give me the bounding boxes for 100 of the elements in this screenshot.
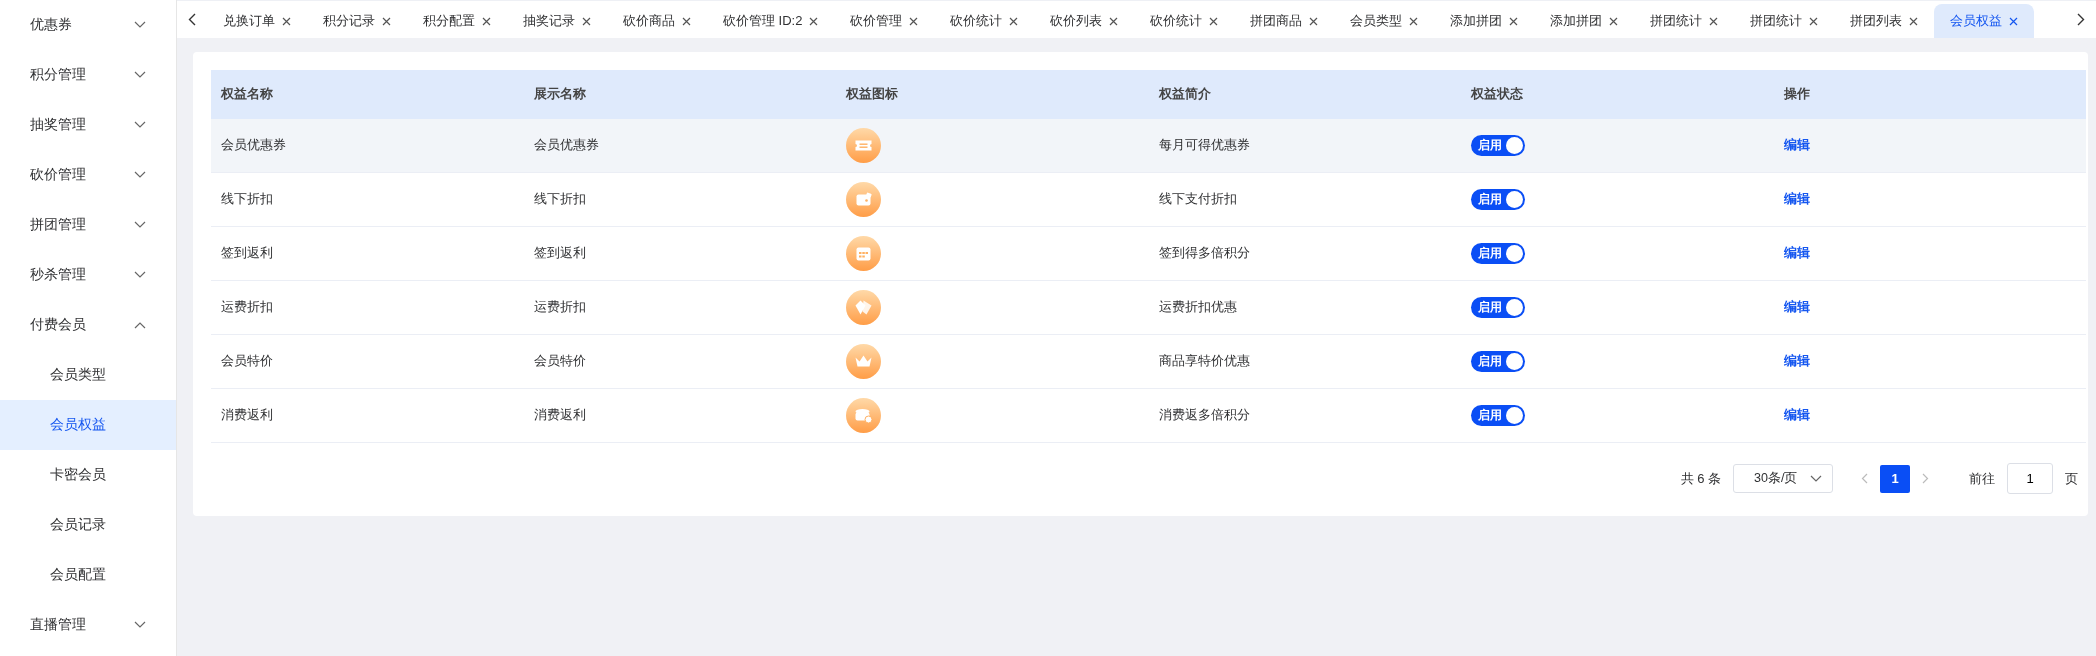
sidebar-item[interactable]: 会员记录: [0, 500, 176, 550]
close-icon[interactable]: [1109, 16, 1119, 26]
close-icon[interactable]: [1509, 16, 1519, 26]
table-cell: 消费返利: [221, 408, 273, 422]
status-toggle[interactable]: 启用: [1471, 243, 1525, 264]
chevron-down-icon: [134, 21, 146, 29]
table-cell: 会员优惠券: [533, 138, 599, 152]
page-button[interactable]: 1: [1880, 464, 1910, 493]
tab[interactable]: 砍价统计: [1134, 4, 1235, 38]
chevron-down-icon: [134, 221, 146, 229]
ticket-icon: [846, 128, 881, 163]
tab[interactable]: 积分记录: [307, 4, 407, 38]
edit-link[interactable]: 编辑: [1783, 246, 1810, 260]
goto-label: 前往: [1969, 469, 1995, 488]
table-cell: 消费返利: [533, 408, 586, 422]
tab[interactable]: 会员权益: [1934, 4, 2035, 38]
sidebar-item[interactable]: 会员配置: [0, 550, 176, 600]
sidebar-group[interactable]: 砍价管理: [0, 150, 176, 200]
sidebar-item[interactable]: 会员权益: [0, 400, 176, 450]
tab[interactable]: 拼团统计: [1734, 4, 1835, 38]
tab[interactable]: 兑换订单: [207, 4, 307, 38]
tab[interactable]: 积分配置: [407, 4, 507, 38]
column-header: 权益图标: [836, 70, 1149, 119]
status-toggle[interactable]: 启用: [1471, 351, 1525, 372]
chevron-down-icon: [1810, 474, 1822, 483]
scroll-right-icon[interactable]: [2077, 13, 2085, 26]
close-icon[interactable]: [482, 16, 491, 26]
table-cell: 会员优惠券: [221, 138, 286, 152]
table-cell: 签到返利: [221, 246, 273, 260]
status-toggle[interactable]: 启用: [1471, 405, 1525, 426]
sidebar-group[interactable]: 优惠券: [0, 0, 176, 50]
close-icon[interactable]: [682, 16, 691, 26]
chevron-down-icon: [134, 621, 146, 629]
close-icon[interactable]: [582, 16, 591, 26]
chevron-up-icon: [134, 321, 146, 329]
close-icon[interactable]: [2009, 16, 2019, 26]
sidebar-item[interactable]: 卡密会员: [0, 450, 176, 500]
close-icon[interactable]: [1609, 16, 1619, 26]
tab[interactable]: 会员类型: [1334, 4, 1435, 38]
close-icon[interactable]: [1809, 16, 1819, 26]
sidebar-group[interactable]: 积分管理: [0, 50, 176, 100]
tab[interactable]: 砍价管理 ID:2: [707, 4, 835, 38]
edit-link[interactable]: 编辑: [1783, 138, 1810, 152]
close-icon[interactable]: [1309, 16, 1319, 26]
table-cell: 运费折扣优惠: [1158, 300, 1237, 314]
chevron-down-icon: [134, 71, 146, 79]
tab[interactable]: 拼团统计: [1634, 4, 1735, 38]
column-header: 权益名称: [211, 70, 524, 119]
close-icon[interactable]: [282, 16, 291, 26]
tab[interactable]: 抽奖记录: [507, 4, 607, 38]
edit-link[interactable]: 编辑: [1783, 408, 1810, 422]
edit-link[interactable]: 编辑: [1783, 354, 1810, 368]
tab[interactable]: 砍价商品: [607, 4, 707, 38]
table-cell: 每月可得优惠券: [1158, 138, 1250, 152]
column-header: 展示名称: [523, 70, 836, 119]
close-icon[interactable]: [1909, 16, 1919, 26]
tab[interactable]: 添加拼团: [1534, 4, 1635, 38]
edit-link[interactable]: 编辑: [1783, 192, 1810, 206]
page-input[interactable]: 1: [2007, 463, 2053, 494]
table-cell: 线下支付折扣: [1158, 192, 1237, 206]
coins-icon: [846, 398, 881, 433]
close-icon[interactable]: [1709, 16, 1719, 26]
table-cell: 运费折扣: [533, 300, 586, 314]
chevron-down-icon: [134, 121, 146, 129]
tab[interactable]: 砍价统计: [934, 4, 1035, 38]
close-icon[interactable]: [1009, 16, 1019, 26]
close-icon[interactable]: [1209, 16, 1219, 26]
sidebar-group[interactable]: 拼团管理: [0, 200, 176, 250]
column-header: 权益状态: [1461, 70, 1774, 119]
wallet-icon: [846, 182, 881, 217]
tab[interactable]: 拼团商品: [1234, 4, 1335, 38]
page-size-select[interactable]: 30条/页: [1733, 464, 1833, 493]
table-cell: 线下折扣: [533, 192, 586, 206]
tab[interactable]: 拼团列表: [1834, 4, 1935, 38]
sidebar-group[interactable]: 秒杀管理: [0, 250, 176, 300]
close-icon[interactable]: [1409, 16, 1419, 26]
table-cell: 签到得多倍积分: [1158, 246, 1250, 260]
chevron-down-icon: [134, 271, 146, 279]
column-header: 权益简介: [1148, 70, 1461, 119]
close-icon[interactable]: [909, 16, 919, 26]
sidebar-group[interactable]: 直播管理: [0, 600, 176, 650]
table-cell: 商品享特价优惠: [1158, 354, 1250, 368]
table-cell: 会员特价: [221, 354, 273, 368]
scroll-left-icon[interactable]: [188, 13, 196, 26]
column-header: 操作: [1773, 70, 2086, 119]
status-toggle[interactable]: 启用: [1471, 189, 1525, 210]
close-icon[interactable]: [809, 16, 819, 26]
close-icon[interactable]: [382, 16, 391, 26]
tab[interactable]: 添加拼团: [1434, 4, 1535, 38]
sidebar-group[interactable]: 抽奖管理: [0, 100, 176, 150]
table-cell: 消费返多倍积分: [1158, 408, 1250, 422]
sidebar-group[interactable]: 付费会员: [0, 300, 176, 350]
status-toggle[interactable]: 启用: [1471, 297, 1525, 318]
table-cell: 运费折扣: [221, 300, 273, 314]
edit-link[interactable]: 编辑: [1783, 300, 1810, 314]
tab[interactable]: 砍价管理: [834, 4, 935, 38]
status-toggle[interactable]: 启用: [1471, 135, 1525, 156]
calendar-icon: [846, 236, 881, 271]
sidebar-item[interactable]: 会员类型: [0, 350, 176, 400]
tab[interactable]: 砍价列表: [1034, 4, 1135, 38]
